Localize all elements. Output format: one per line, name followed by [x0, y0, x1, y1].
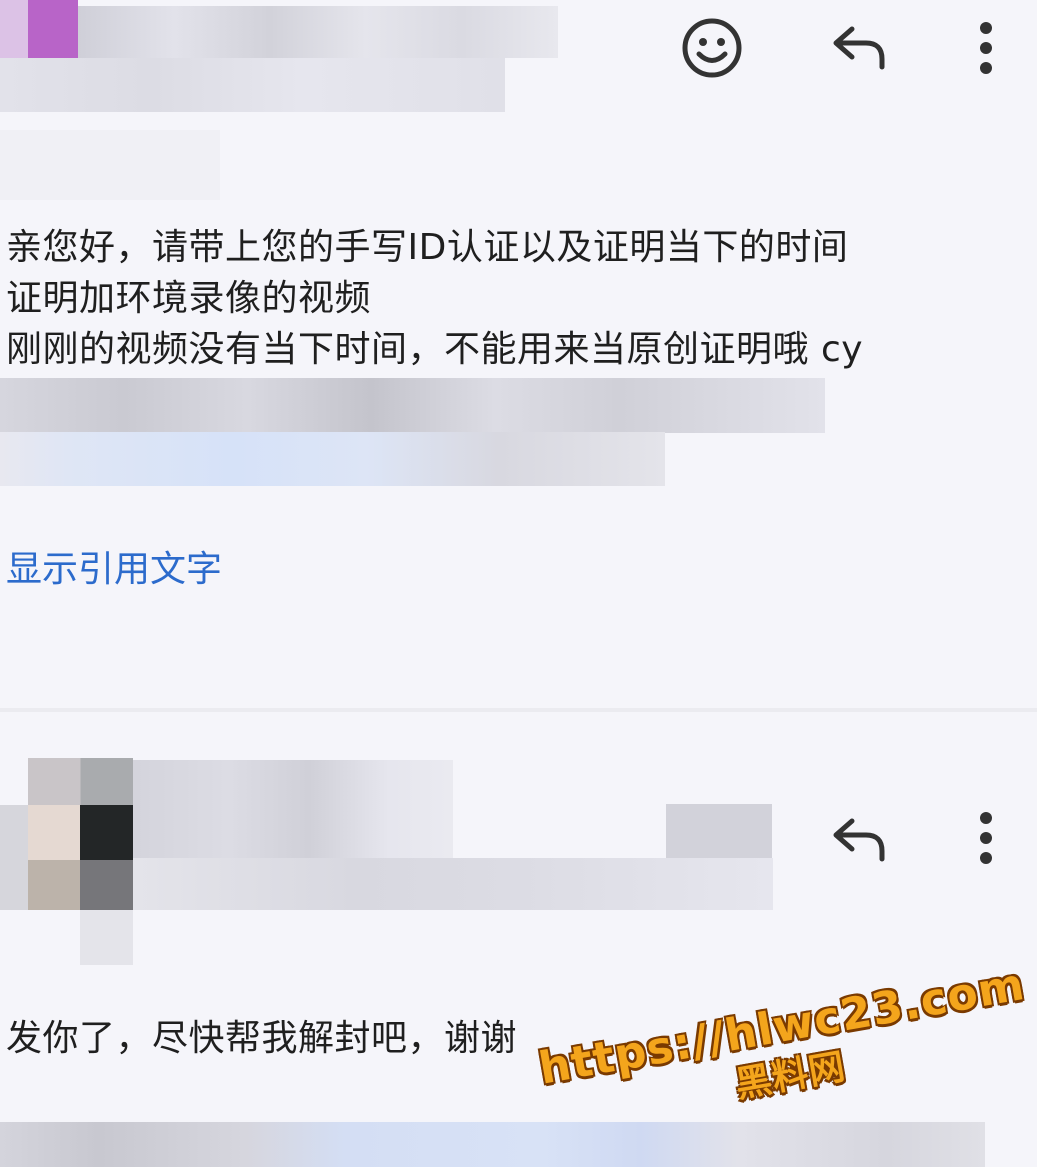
message1-body: 亲您好，请带上您的手写ID认证以及证明当下的时间 证明加环境录像的视频 刚刚的视…	[6, 227, 864, 370]
show-quoted-text-link[interactable]: 显示引用文字	[6, 540, 222, 592]
sender-avatar-blurred	[28, 758, 133, 808]
reply-icon	[833, 818, 885, 862]
more-options-button[interactable]	[946, 798, 1026, 878]
sender-avatar-blurred	[0, 0, 30, 60]
more-options-button[interactable]	[946, 8, 1026, 88]
message2-body: 发你了，尽快帮我解封吧，谢谢	[6, 1018, 518, 1059]
emoji-icon	[682, 18, 742, 78]
watermark: https://hlwc23.com 黑料网	[535, 959, 1036, 1137]
sender-avatar-blurred	[0, 805, 28, 910]
sender-avatar-blurred	[80, 805, 133, 860]
date-blurred	[666, 804, 772, 858]
message-divider	[0, 708, 1037, 712]
emoji-button[interactable]	[672, 8, 752, 88]
sender-avatar-blurred	[28, 805, 80, 860]
sender-name-blurred	[133, 760, 453, 860]
date-blurred	[80, 910, 133, 965]
sender-address-blurred	[0, 58, 505, 112]
sender-address-blurred	[133, 858, 773, 910]
sender-avatar-blurred	[80, 860, 133, 910]
redaction-strip	[0, 432, 665, 486]
reply-icon	[833, 26, 885, 70]
date-blurred	[0, 130, 220, 200]
more-vert-icon	[980, 812, 992, 864]
sender-name-blurred	[78, 6, 558, 58]
redaction-strip	[0, 1122, 985, 1167]
sender-avatar-blurred	[28, 0, 78, 60]
reply-button[interactable]	[820, 8, 900, 88]
reply-button[interactable]	[820, 800, 900, 880]
more-vert-icon	[980, 22, 992, 74]
redaction-strip	[0, 378, 825, 433]
sender-avatar-blurred	[28, 860, 80, 910]
